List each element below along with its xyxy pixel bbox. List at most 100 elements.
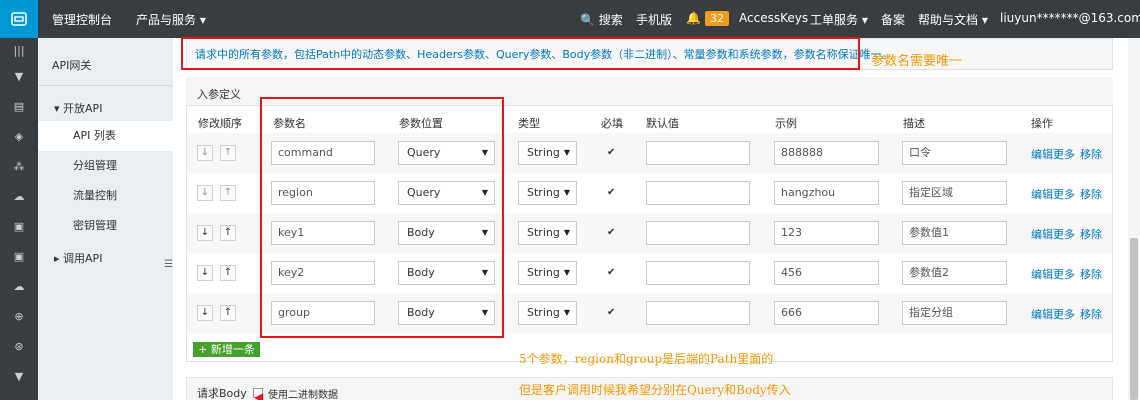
sidebar-item-groups[interactable]: 分组管理 bbox=[38, 151, 173, 181]
sidebar-group-label: 开放API bbox=[63, 102, 103, 115]
col-actions: 操作 bbox=[1031, 117, 1053, 130]
notification-count-badge: 32 bbox=[704, 11, 729, 26]
remove-link[interactable]: 移除 bbox=[1080, 186, 1102, 202]
add-param-button[interactable]: + 新增一条 bbox=[193, 342, 260, 357]
edit-more-link[interactable]: 编辑更多 bbox=[1031, 146, 1075, 162]
help-menu[interactable]: 帮助与文档 ▾ bbox=[918, 11, 988, 28]
param-type-select[interactable]: String ▼ bbox=[518, 181, 577, 205]
network-icon[interactable]: ⁂ bbox=[11, 158, 27, 174]
param-type-value: String bbox=[527, 266, 560, 279]
required-checkbox[interactable]: ✔ bbox=[607, 188, 617, 198]
col-order: 修改顺序 bbox=[198, 117, 242, 130]
move-up-button[interactable]: ↑ bbox=[220, 145, 236, 161]
move-up-button[interactable]: ↑ bbox=[220, 185, 236, 201]
move-down-button[interactable]: ↓ bbox=[197, 305, 213, 321]
sidebar-group-label: 调用API bbox=[63, 252, 103, 265]
notifications-button[interactable]: 🔔 32 bbox=[686, 11, 729, 26]
accesskeys-link[interactable]: AccessKeys bbox=[739, 11, 808, 25]
move-down-button[interactable]: ↓ bbox=[197, 225, 213, 241]
globe-icon[interactable]: ⊕ bbox=[11, 308, 27, 324]
move-up-button[interactable]: ↑ bbox=[220, 305, 236, 321]
remove-link[interactable]: 移除 bbox=[1080, 146, 1102, 162]
param-type-select[interactable]: String ▼ bbox=[518, 301, 577, 325]
database-2-icon[interactable]: ▣ bbox=[11, 248, 27, 264]
shield-icon[interactable]: ◈ bbox=[11, 128, 27, 144]
required-checkbox[interactable]: ✔ bbox=[607, 148, 617, 158]
server-icon[interactable]: ▤ bbox=[11, 98, 27, 114]
arrow-icon: ◀ bbox=[254, 390, 264, 400]
remove-link[interactable]: 移除 bbox=[1080, 266, 1102, 282]
caret-down-icon: ▼ bbox=[563, 308, 570, 317]
example-input[interactable]: 123 bbox=[774, 221, 879, 245]
remove-link[interactable]: 移除 bbox=[1080, 226, 1102, 242]
default-value-input[interactable] bbox=[646, 261, 750, 285]
move-down-button[interactable]: ↓ bbox=[197, 265, 213, 281]
binary-label: 使用二进制数据 bbox=[268, 390, 338, 400]
col-example: 示例 bbox=[775, 117, 797, 130]
mobile-link[interactable]: 手机版 bbox=[636, 11, 672, 28]
database-icon[interactable]: ▣ bbox=[11, 218, 27, 234]
chevron-down-icon[interactable]: ▼ bbox=[11, 368, 27, 384]
example-input[interactable]: 666 bbox=[774, 301, 879, 325]
grip-icon[interactable]: ||| bbox=[11, 42, 27, 58]
description-input[interactable]: 参数值1 bbox=[902, 221, 1007, 245]
description-input[interactable]: 指定区域 bbox=[902, 181, 1007, 205]
required-checkbox[interactable]: ✔ bbox=[607, 228, 617, 238]
sidebar-item-throttling[interactable]: 流量控制 bbox=[38, 181, 173, 211]
search-link[interactable]: 🔍 搜索 bbox=[580, 11, 623, 28]
icp-link[interactable]: 备案 bbox=[881, 11, 905, 28]
param-type-select[interactable]: String ▼ bbox=[518, 221, 577, 245]
move-down-button[interactable]: ↓ bbox=[197, 145, 213, 161]
products-menu[interactable]: 产品与服务 ▾ bbox=[136, 11, 206, 28]
sidebar-group-open-api[interactable]: ▾ 开放API bbox=[54, 100, 102, 116]
default-value-input[interactable] bbox=[646, 301, 750, 325]
icon-rail: ||| ▼ ▤ ◈ ⁂ ☁ ▣ ▣ ☁ ⊕ ⊛ ▼ bbox=[0, 38, 38, 400]
cloud-icon[interactable]: ☁ bbox=[11, 278, 27, 294]
default-value-input[interactable] bbox=[646, 221, 750, 245]
sidebar-divider bbox=[38, 85, 173, 86]
settings-icon[interactable]: ⊛ bbox=[11, 338, 27, 354]
required-checkbox[interactable]: ✔ bbox=[607, 268, 617, 278]
default-value-input[interactable] bbox=[646, 181, 750, 205]
move-down-button[interactable]: ↓ bbox=[197, 185, 213, 201]
annotation-path: 5个参数，region和group是后端的Path里面的 bbox=[519, 352, 774, 366]
sidebar-group-call-api[interactable]: ▸ 调用API bbox=[54, 250, 102, 266]
required-checkbox[interactable]: ✔ bbox=[607, 308, 617, 318]
param-type-select[interactable]: String ▼ bbox=[518, 141, 577, 165]
col-required: 必填 bbox=[601, 117, 623, 130]
sidebar-item-keys[interactable]: 密钥管理 bbox=[38, 211, 173, 241]
param-type-value: String bbox=[527, 186, 560, 199]
remove-link[interactable]: 移除 bbox=[1080, 306, 1102, 322]
param-type-select[interactable]: String ▼ bbox=[518, 261, 577, 285]
col-desc: 描述 bbox=[903, 117, 925, 130]
bell-icon: 🔔 bbox=[686, 11, 701, 25]
move-up-button[interactable]: ↑ bbox=[220, 225, 236, 241]
param-type-value: String bbox=[527, 146, 560, 159]
move-up-button[interactable]: ↑ bbox=[220, 265, 236, 281]
default-value-input[interactable] bbox=[646, 141, 750, 165]
edit-more-link[interactable]: 编辑更多 bbox=[1031, 306, 1075, 322]
edit-more-link[interactable]: 编辑更多 bbox=[1031, 186, 1075, 202]
edit-more-link[interactable]: 编辑更多 bbox=[1031, 266, 1075, 282]
edit-more-link[interactable]: 编辑更多 bbox=[1031, 226, 1075, 242]
example-input[interactable]: 888888 bbox=[774, 141, 879, 165]
example-input[interactable]: 456 bbox=[774, 261, 879, 285]
description-input[interactable]: 指定分组 bbox=[902, 301, 1007, 325]
col-default: 默认值 bbox=[646, 117, 679, 130]
user-menu[interactable]: liuyun*******@163.com ▾ bbox=[1000, 11, 1140, 25]
console-home-link[interactable]: 管理控制台 bbox=[52, 11, 112, 28]
scrollbar-thumb[interactable] bbox=[1130, 238, 1138, 400]
sidebar-item-api-list[interactable]: API 列表 bbox=[38, 121, 173, 151]
description-input[interactable]: 口令 bbox=[902, 141, 1007, 165]
chevron-down-icon[interactable]: ▼ bbox=[11, 68, 27, 84]
example-input[interactable]: hangzhou bbox=[774, 181, 879, 205]
scrollbar[interactable] bbox=[1128, 38, 1140, 400]
annotation-unique: 参数名需要唯一 bbox=[871, 54, 963, 69]
param-type-value: String bbox=[527, 306, 560, 319]
console-logo-icon[interactable] bbox=[0, 0, 38, 38]
product-sidebar: API网关 ▾ 开放API API 列表 分组管理 流量控制 密钥管理 ▸ 调用… bbox=[38, 38, 173, 400]
ticket-menu[interactable]: 工单服务 ▾ bbox=[810, 11, 868, 28]
cloud-upload-icon[interactable]: ☁ bbox=[11, 188, 27, 204]
params-panel-title: 入参定义 bbox=[197, 88, 241, 101]
description-input[interactable]: 参数值2 bbox=[902, 261, 1007, 285]
